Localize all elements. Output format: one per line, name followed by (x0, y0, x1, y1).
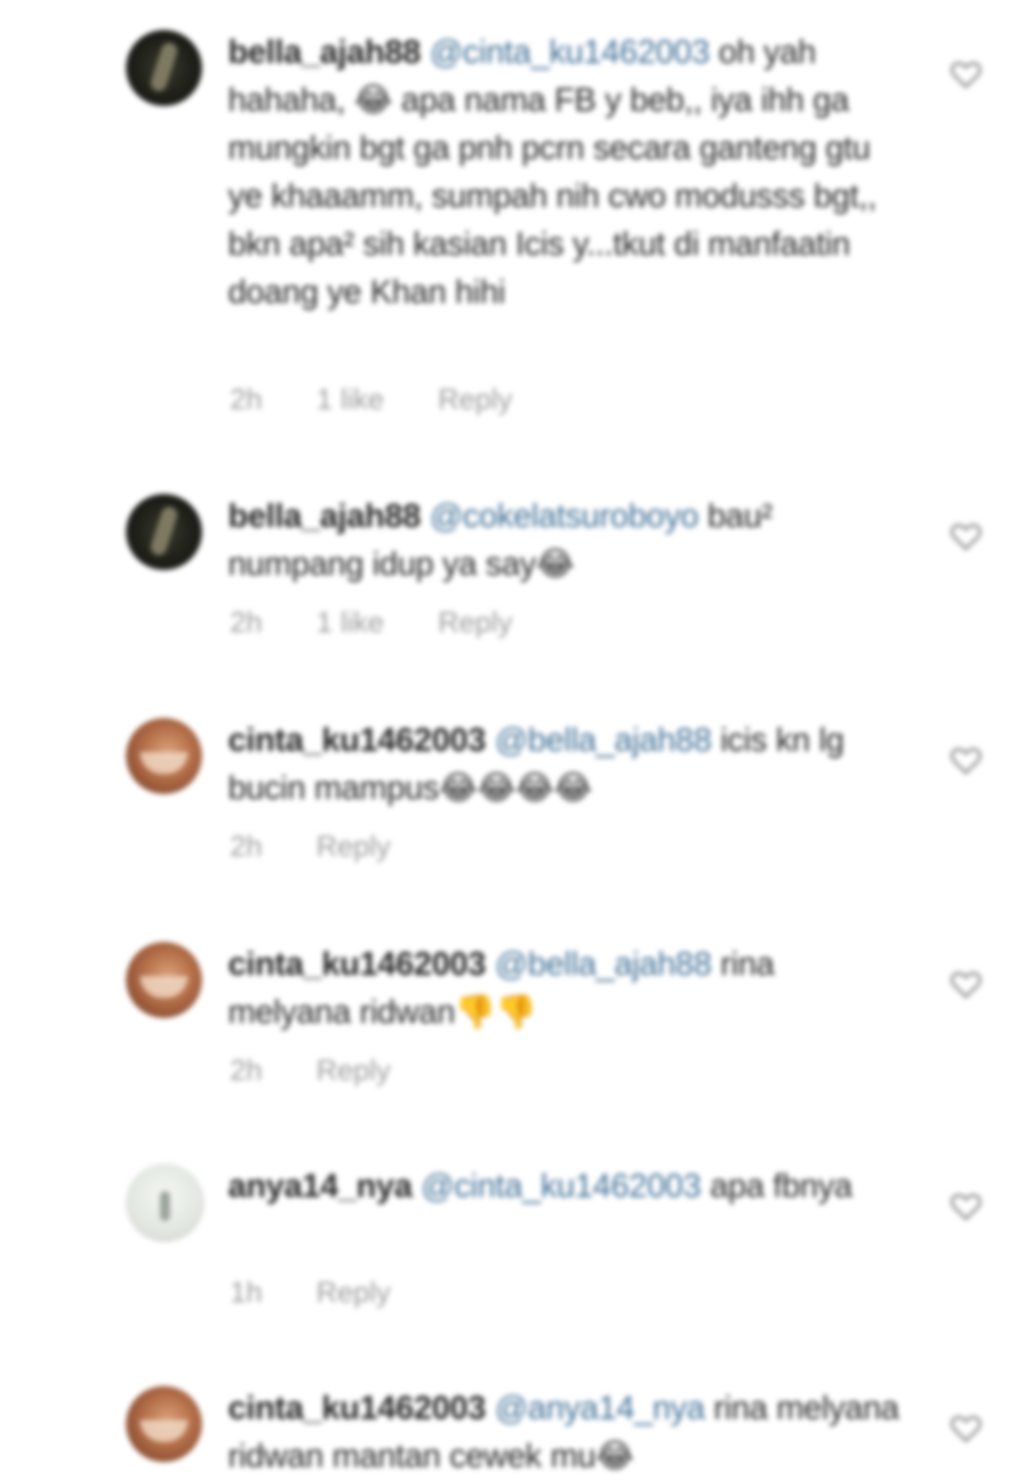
comment-meta: 1h Reply (230, 1277, 436, 1310)
comment-username[interactable]: bella_ajah88 (228, 33, 421, 70)
comment-text: bella_ajah88 @cokelatsuroboyo bau² numpa… (228, 492, 903, 588)
heart-outline-icon[interactable] (948, 1410, 984, 1446)
comment-likes[interactable]: 1 like (316, 384, 384, 417)
avatar[interactable] (126, 1164, 204, 1242)
comment-meta: 2h Reply (230, 831, 436, 864)
comment-time: 2h (230, 1055, 263, 1087)
comment-username[interactable]: cinta_ku1462003 (228, 945, 486, 982)
comment-mention[interactable]: @cokelatsuroboyo (430, 497, 699, 534)
comment-text: cinta_ku1462003 @anya14_nya rina melyana… (228, 1384, 903, 1480)
comment-time: 1h (230, 1277, 263, 1309)
comment-username[interactable]: cinta_ku1462003 (228, 721, 486, 758)
comment-thread: bella_ajah88 @cinta_ku1462003 oh yah hah… (0, 0, 1020, 1474)
comment-mention[interactable]: @anya14_nya (495, 1389, 705, 1426)
reply-button[interactable]: Reply (438, 607, 512, 640)
comment-text: bella_ajah88 @cinta_ku1462003 oh yah hah… (228, 28, 903, 316)
comment-time: 2h (230, 384, 263, 416)
heart-outline-icon[interactable] (948, 518, 984, 554)
comment-text: cinta_ku1462003 @bella_ajah88 icis kn lg… (228, 716, 903, 812)
avatar[interactable] (126, 1386, 202, 1462)
reply-button[interactable]: Reply (316, 1055, 390, 1088)
comment-time: 2h (230, 831, 263, 863)
comment-body: apa fbnya (701, 1167, 853, 1204)
reply-button[interactable]: Reply (316, 831, 390, 864)
comment-username[interactable]: anya14_nya (228, 1167, 412, 1204)
avatar[interactable] (126, 718, 202, 794)
reply-button[interactable]: Reply (316, 1277, 390, 1310)
avatar[interactable] (126, 30, 202, 106)
comment-meta: 2h Reply (230, 1055, 436, 1088)
comment-meta: 2h 1 like Reply (230, 384, 558, 417)
comment-username[interactable]: bella_ajah88 (228, 497, 421, 534)
comment-text: cinta_ku1462003 @bella_ajah88 rina melya… (228, 940, 903, 1036)
heart-outline-icon[interactable] (948, 742, 984, 778)
comment-mention[interactable]: @bella_ajah88 (495, 945, 712, 982)
avatar[interactable] (126, 942, 202, 1018)
comment-meta: 2h 1 like Reply (230, 607, 558, 640)
comment-time: 2h (230, 607, 263, 639)
comment-mention[interactable]: @cinta_ku1462003 (421, 1167, 701, 1204)
avatar[interactable] (126, 494, 202, 570)
heart-outline-icon[interactable] (948, 56, 984, 92)
comment-username[interactable]: cinta_ku1462003 (228, 1389, 486, 1426)
heart-outline-icon[interactable] (948, 1188, 984, 1224)
reply-button[interactable]: Reply (438, 384, 512, 417)
comment-text: anya14_nya @cinta_ku1462003 apa fbnya (228, 1162, 903, 1210)
comment-mention[interactable]: @cinta_ku1462003 (430, 33, 710, 70)
heart-outline-icon[interactable] (948, 966, 984, 1002)
comment-mention[interactable]: @bella_ajah88 (495, 721, 712, 758)
comment-likes[interactable]: 1 like (316, 607, 384, 640)
comment-body: oh yah hahaha, 😂 apa nama FB y beb,, iya… (228, 33, 877, 310)
